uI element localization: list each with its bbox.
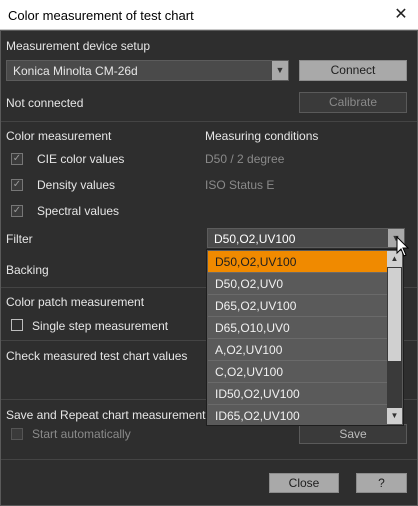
title-bar: Color measurement of test chart ✕	[0, 0, 418, 30]
close-icon[interactable]: ✕	[390, 4, 412, 26]
help-button[interactable]: ?	[356, 473, 407, 493]
divider	[1, 459, 417, 460]
filter-select[interactable]: D50,O2,UV100 ▼	[207, 228, 405, 248]
close-button[interactable]: Close	[269, 473, 339, 493]
check-values-label: Check measured test chart values	[6, 349, 188, 363]
device-selected-value: Konica Minolta CM-26d	[13, 64, 138, 78]
spectral-label: Spectral values	[37, 204, 120, 218]
condition-status: ISO Status E	[205, 178, 275, 192]
single-step-label: Single step measurement	[32, 319, 169, 333]
measuring-conditions-label: Measuring conditions	[205, 129, 319, 143]
save-repeat-label: Save and Repeat chart measurement	[6, 408, 206, 422]
cie-label: CIE color values	[37, 152, 125, 166]
window-title: Color measurement of test chart	[8, 8, 194, 23]
cie-checkbox[interactable]: ✓	[11, 153, 23, 165]
filter-option[interactable]: D50,O2,UV100	[208, 251, 387, 273]
scrollbar-thumb[interactable]	[388, 268, 401, 361]
filter-option[interactable]: D50,O2,UV0	[208, 273, 387, 295]
density-label: Density values	[37, 178, 116, 192]
filter-option[interactable]: D65,O10,UV0	[208, 317, 387, 339]
device-setup-label: Measurement device setup	[6, 39, 151, 53]
filter-option[interactable]: C,O2,UV100	[208, 361, 387, 383]
single-step-checkbox[interactable]	[11, 319, 23, 331]
filter-option[interactable]: ID65,O2,UV100	[208, 405, 387, 425]
condition-illuminant: D50 / 2 degree	[205, 152, 285, 166]
filter-label: Filter	[6, 232, 33, 246]
filter-dropdown-list[interactable]: D50,O2,UV100 D50,O2,UV0 D65,O2,UV100 D65…	[206, 249, 404, 426]
filter-option[interactable]: ID50,O2,UV100	[208, 383, 387, 405]
connection-status: Not connected	[6, 96, 84, 110]
device-select[interactable]: Konica Minolta CM-26d ▼	[6, 60, 289, 81]
save-button[interactable]: Save	[299, 424, 407, 444]
dropdown-scrollbar[interactable]: ▲ ▼	[387, 251, 402, 424]
scroll-down-icon[interactable]: ▼	[387, 408, 402, 424]
calibrate-button[interactable]: Calibrate	[299, 92, 407, 113]
backing-label: Backing	[6, 263, 49, 277]
patch-measurement-label: Color patch measurement	[6, 295, 145, 309]
connect-button[interactable]: Connect	[299, 60, 407, 81]
divider	[1, 121, 417, 122]
chevron-down-icon[interactable]: ▼	[272, 61, 288, 80]
filter-option[interactable]: A,O2,UV100	[208, 339, 387, 361]
spectral-checkbox[interactable]: ✓	[11, 205, 23, 217]
start-auto-checkbox[interactable]	[11, 428, 23, 440]
mouse-cursor-icon	[396, 236, 410, 257]
filter-selected-value: D50,O2,UV100	[214, 232, 296, 246]
color-measurement-label: Color measurement	[6, 129, 112, 143]
start-auto-label: Start automatically	[32, 427, 131, 441]
filter-option[interactable]: D65,O2,UV100	[208, 295, 387, 317]
density-checkbox[interactable]: ✓	[11, 179, 23, 191]
